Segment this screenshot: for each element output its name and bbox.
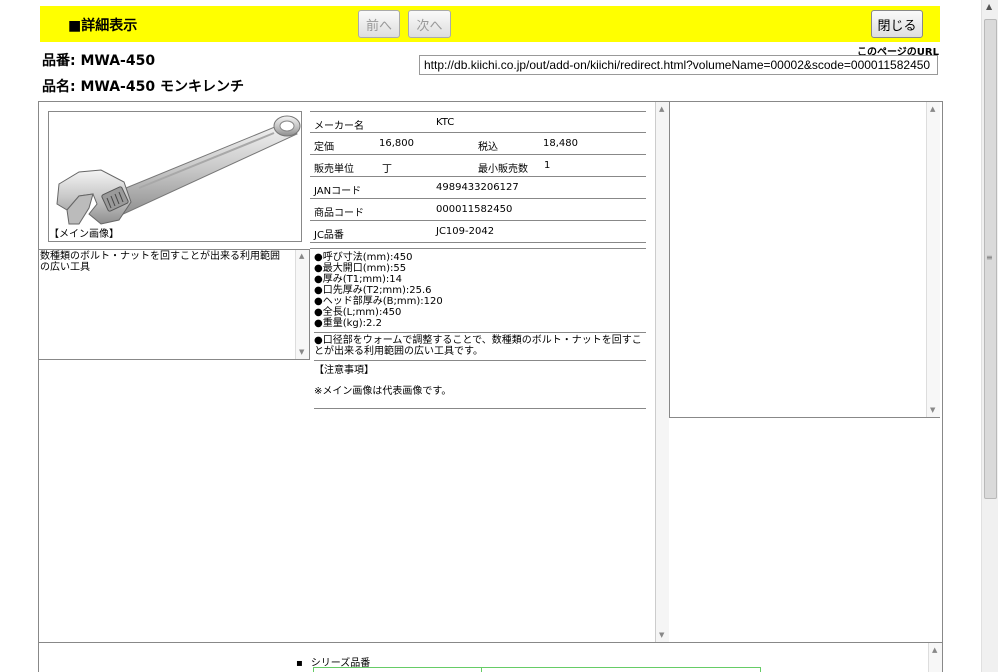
spec-value: JC109-2042: [436, 226, 495, 237]
spec-label: 定価: [314, 142, 334, 153]
main-image: 【メイン画像】: [48, 111, 302, 242]
table-row: 定価 16,800 税込 18,480: [310, 133, 646, 155]
list-item: ●ヘッド部厚み(B;mm):120: [314, 296, 443, 307]
scroll-up-icon[interactable]: ▲: [986, 2, 992, 11]
spec-value: 1: [544, 160, 551, 171]
list-item: ●全長(L;mm):450: [314, 307, 402, 318]
spec-label: メーカー名: [314, 121, 364, 132]
scroll-down-icon[interactable]: ▼: [299, 347, 304, 358]
spec-value: 16,800: [379, 138, 414, 149]
image-caption: 【メイン画像】: [49, 225, 119, 240]
scroll-up-icon[interactable]: ▲: [930, 105, 935, 113]
side-frame-scrollbar[interactable]: ▲ ▼: [926, 102, 940, 417]
wrench-image: [56, 115, 301, 225]
close-button[interactable]: 閉じる: [871, 10, 923, 38]
spec-value: 4989433206127: [436, 182, 519, 193]
series-scrollbar[interactable]: ▲: [928, 643, 942, 672]
description-textarea[interactable]: 数種類のボルト・ナットを回すことが出来る利用範囲の広い工具 ▲ ▼: [39, 249, 310, 360]
feature-paragraph: ●口径部をウォームで調整することで、数種類のボルト・ナットを回すことが出来る利用…: [314, 333, 646, 361]
list-item: ●口先厚み(T2;mm):25.6: [314, 285, 432, 296]
page-title: ■詳細表示: [68, 18, 138, 34]
spec-value: KTC: [436, 117, 455, 128]
spec-label: JC品番: [314, 230, 344, 241]
detail-scrollbar[interactable]: ▲ ▼: [655, 102, 669, 642]
spec-label: JANコード: [314, 186, 362, 197]
scroll-up-icon[interactable]: ▲: [659, 105, 664, 113]
spec-value: 18,480: [543, 138, 578, 149]
description-scrollbar[interactable]: ▲ ▼: [295, 250, 309, 359]
features-section: ●呼び寸法(mm):450 ●最大開口(mm):55 ●厚み(T1;mm):14…: [310, 248, 646, 409]
next-button[interactable]: 次へ: [408, 10, 451, 38]
table-row: 販売単位 丁 最小販売数 1: [310, 155, 646, 177]
side-frame: ▲ ▼: [669, 102, 940, 418]
list-item: ●重量(kg):2.2: [314, 318, 382, 329]
page-scrollbar[interactable]: ▲ ≡: [981, 0, 998, 672]
notes-text: ※メイン画像は代表画像です。: [314, 376, 646, 409]
table-row: JC品番 JC109-2042: [310, 221, 646, 243]
spec-value: 丁: [382, 164, 392, 175]
table-row: 商品コード 000011582450: [310, 199, 646, 221]
spec-value: 000011582450: [436, 204, 513, 215]
feature-list: ●呼び寸法(mm):450 ●最大開口(mm):55 ●厚み(T1;mm):14…: [314, 249, 646, 333]
scroll-up-icon[interactable]: ▲: [299, 251, 304, 262]
notes-heading: 【注意事項】: [314, 365, 374, 376]
part-number: 品番: MWA-450: [42, 53, 156, 69]
list-item: ●厚み(T1;mm):14: [314, 274, 402, 285]
detail-frame: 【メイン画像】 数種類のボルト・ナットを回すことが出来る利用範囲の広い工具 ▲ …: [38, 101, 943, 643]
spec-table: メーカー名 KTC 定価 16,800 税込 18,480 販売単位 丁 最小販…: [310, 111, 646, 243]
scroll-down-icon[interactable]: ▼: [930, 406, 935, 414]
spec-label: 商品コード: [314, 208, 364, 219]
list-item: ●最大開口(mm):55: [314, 263, 407, 274]
grip-icon: ≡: [986, 253, 993, 262]
spec-label: 税込: [478, 142, 498, 153]
part-name: 品名: MWA-450 モンキレンチ: [42, 79, 244, 95]
series-table-divider: [481, 667, 482, 672]
scroll-down-icon[interactable]: ▼: [659, 631, 664, 639]
series-table: [313, 667, 761, 672]
header-bar: ■詳細表示 前へ 次へ 閉じる: [40, 6, 940, 42]
page-url-field[interactable]: http://db.kiichi.co.jp/out/add-on/kiichi…: [419, 55, 938, 75]
scroll-up-icon[interactable]: ▲: [932, 646, 937, 654]
spec-label: 最小販売数: [478, 164, 528, 175]
spec-label: 販売単位: [314, 164, 354, 175]
prev-button[interactable]: 前へ: [358, 10, 400, 38]
description-text: 数種類のボルト・ナットを回すことが出来る利用範囲の広い工具: [40, 251, 280, 273]
series-frame: シリーズ品番 ▲: [38, 643, 943, 672]
table-row: メーカー名 KTC: [310, 111, 646, 133]
list-item: ●呼び寸法(mm):450: [314, 252, 413, 263]
table-row: JANコード 4989433206127: [310, 177, 646, 199]
